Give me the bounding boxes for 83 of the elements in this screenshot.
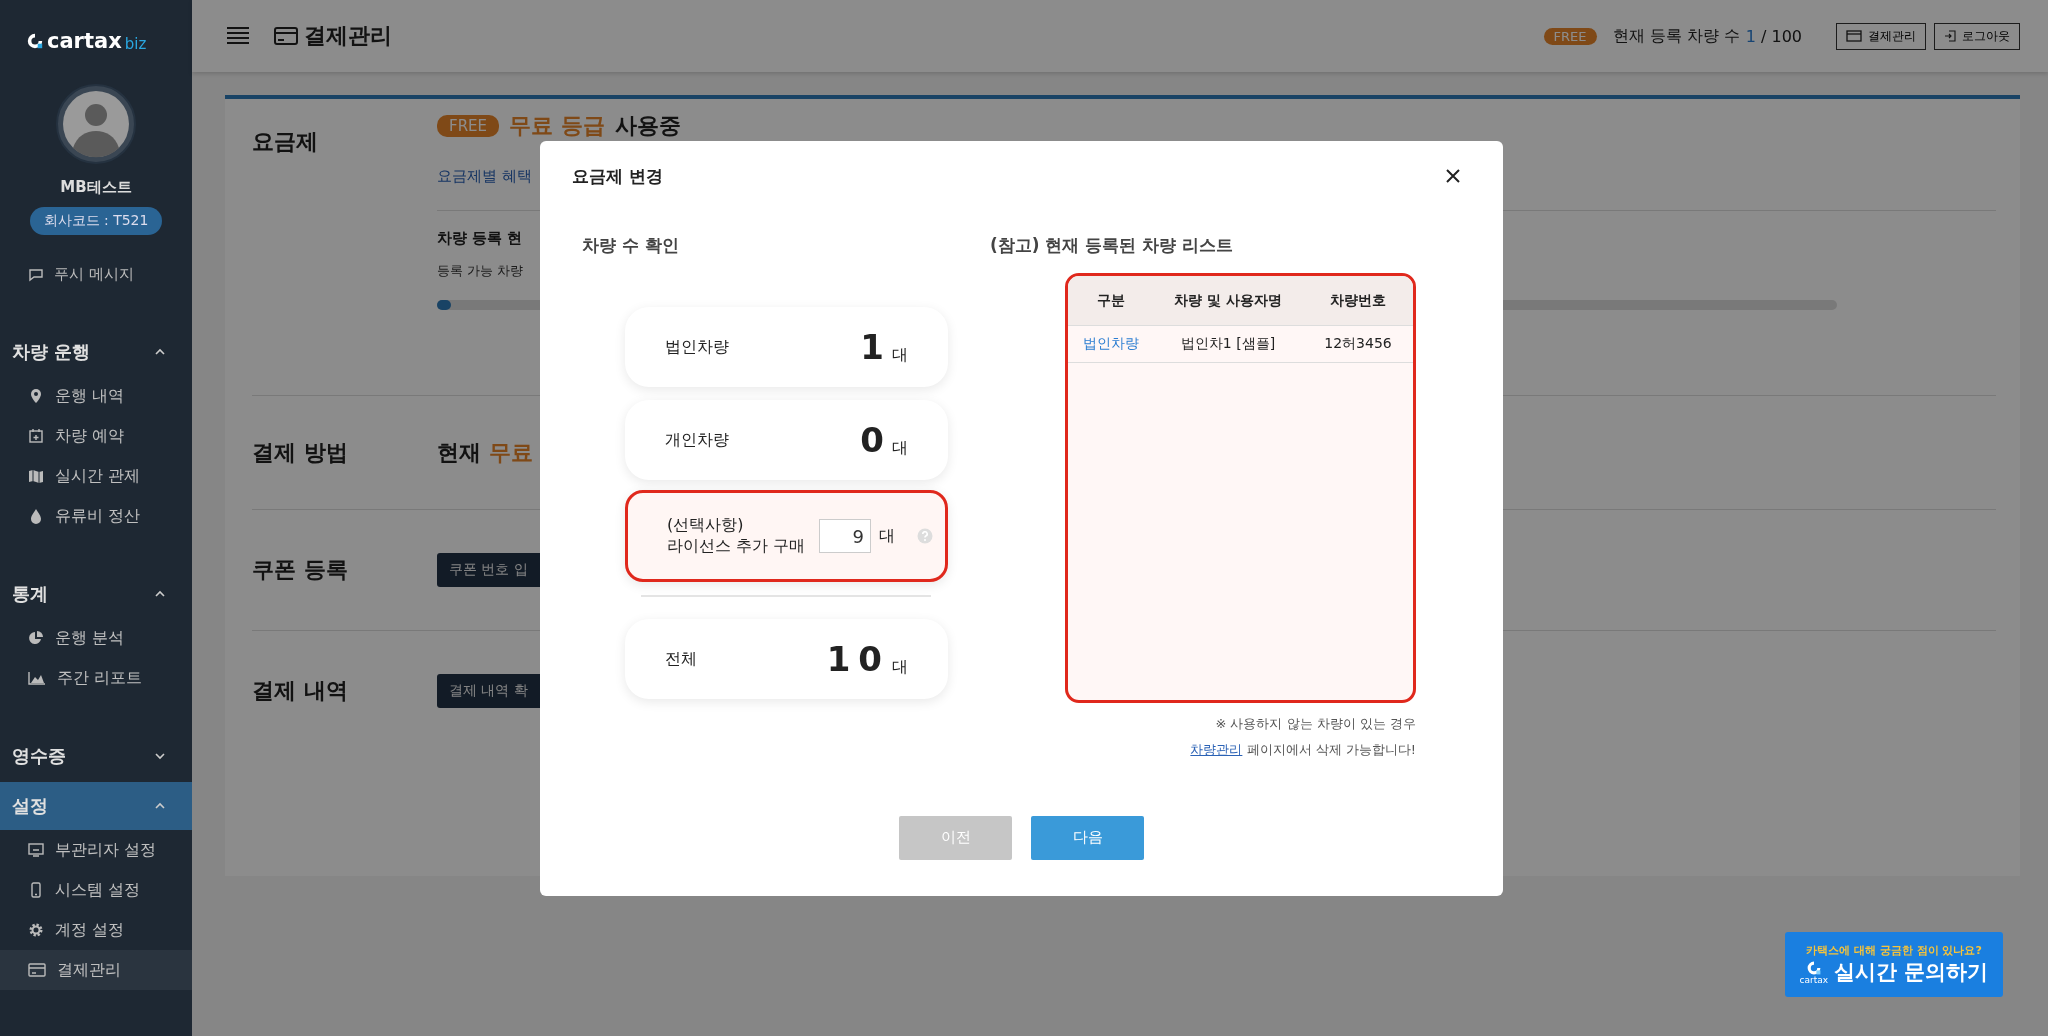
column-title: 차량 수 확인 <box>582 234 680 257</box>
menu-item[interactable]: 유류비 정산 <box>0 496 192 536</box>
chat-bubble-icon <box>28 267 44 282</box>
menu-item[interactable]: 실시간 관제 <box>0 456 192 496</box>
phone-icon <box>28 882 44 898</box>
logo-suffix: biz <box>124 35 147 53</box>
status-title: 차량 등록 현 <box>437 229 523 248</box>
count-value: 1 <box>860 330 884 364</box>
card-icon <box>274 27 298 45</box>
page-title: 결제관리 <box>304 22 392 50</box>
menu-item[interactable]: 계정 설정 <box>0 910 192 950</box>
count-label: 개인차량 <box>665 429 729 451</box>
vehicle-type-link[interactable]: 법인차량 <box>1068 335 1153 353</box>
monitor-icon <box>28 842 44 858</box>
vehicle-management-link[interactable]: 차량관리 <box>1190 742 1243 757</box>
menu-item[interactable]: 운행 내역 <box>0 376 192 416</box>
pin-icon <box>28 388 44 404</box>
column-title: (참고) 현재 등록된 차량 리스트 <box>990 234 1235 257</box>
plan-badge: FREE <box>437 115 499 137</box>
dialog-title: 요금제 변경 <box>572 164 663 188</box>
live-chat-button[interactable]: 카택스에 대해 궁금한 점이 있나요? cartax 실시간 문의하기 <box>1785 932 2003 997</box>
menu-section[interactable]: 통계 <box>0 570 192 618</box>
count-label: (선택사항) <box>667 515 745 536</box>
table-cell-text: 12허3456 <box>1323 335 1393 353</box>
note-text: 페이지에서 삭제 가능합니다! <box>1246 742 1416 757</box>
unit-label: 대 <box>892 344 908 364</box>
table-cell-text: 법인차1 [샘플] <box>1179 335 1277 353</box>
calendar-icon <box>28 428 44 444</box>
menu-section[interactable]: 설정 <box>0 782 192 830</box>
push-message-link[interactable]: 푸시 메시지 <box>0 235 192 294</box>
plan-name: 무료 등급 <box>509 112 605 140</box>
count-value: 0 <box>860 423 884 457</box>
menu-item[interactable]: 운행 분석 <box>0 618 192 658</box>
logo-icon <box>26 32 44 50</box>
logout-icon <box>1944 30 1956 42</box>
area-chart-icon <box>28 671 46 685</box>
pie-chart-icon <box>28 630 44 646</box>
license-count-field[interactable]: 9 <box>819 519 871 553</box>
vehicle-limit: / 100 <box>1761 26 1802 46</box>
menu-icon[interactable] <box>226 26 250 46</box>
settings-icon <box>28 922 44 938</box>
menu-item[interactable]: 부관리자 설정 <box>0 830 192 870</box>
count-value: 10 <box>826 642 890 676</box>
close-icon[interactable] <box>1445 168 1461 184</box>
menu-item[interactable]: 주간 리포트 <box>0 658 192 698</box>
menu-item[interactable]: 시스템 설정 <box>0 870 192 910</box>
unit-label: 대 <box>892 656 908 676</box>
note-text: ※ 사용하지 않는 차량이 있는 경우 <box>1214 715 1416 733</box>
column-header: 차량 및 사용자명 <box>1173 291 1283 310</box>
menu-item[interactable]: 결제관리 <box>0 950 192 990</box>
payment-plan: 무료 <box>488 439 533 465</box>
plan-badge: FREE <box>1543 27 1597 45</box>
menu-item[interactable]: 차량 예약 <box>0 416 192 456</box>
map-icon <box>28 468 44 484</box>
payment-text: 현재 <box>437 439 481 465</box>
billing-button[interactable]: 결제관리 <box>1836 22 1926 50</box>
unit-label: 대 <box>892 437 908 457</box>
vehicle-count: 1 <box>1745 26 1756 46</box>
logout-button[interactable]: 로그아웃 <box>1934 22 2020 50</box>
avatar-icon <box>56 84 136 164</box>
section-label: 결제 내역 <box>252 677 349 705</box>
drop-icon <box>28 508 44 524</box>
section-label: 쿠폰 등록 <box>252 556 349 584</box>
user-name: MB테스트 <box>59 178 133 197</box>
vehicle-count-label: 현재 등록 차량 수 <box>1612 25 1740 47</box>
company-code-badge: 회사코드 : T521 <box>29 207 163 235</box>
plan-benefits-link[interactable]: 요금제별 혜택 <box>437 167 532 186</box>
count-label: 전체 <box>665 648 697 670</box>
logo-text: cartax <box>47 29 122 53</box>
status-text: 등록 가능 차량 <box>437 262 524 280</box>
column-header: 구분 <box>1095 291 1126 310</box>
card-icon <box>28 963 46 977</box>
column-header: 차량번호 <box>1329 291 1387 310</box>
section-label: 결제 방법 <box>252 438 349 467</box>
card-icon <box>1846 30 1862 42</box>
logo-icon <box>1805 959 1822 976</box>
section-label: 요금제 <box>252 128 319 156</box>
plan-status: 사용중 <box>614 112 681 140</box>
count-label: 법인차량 <box>665 336 729 358</box>
count-label: 라이선스 추가 구매 <box>667 536 806 557</box>
menu-section[interactable]: 영수증 <box>0 732 192 780</box>
unit-label: 대 <box>879 526 895 546</box>
menu-section[interactable]: 차량 운행 <box>0 328 192 376</box>
